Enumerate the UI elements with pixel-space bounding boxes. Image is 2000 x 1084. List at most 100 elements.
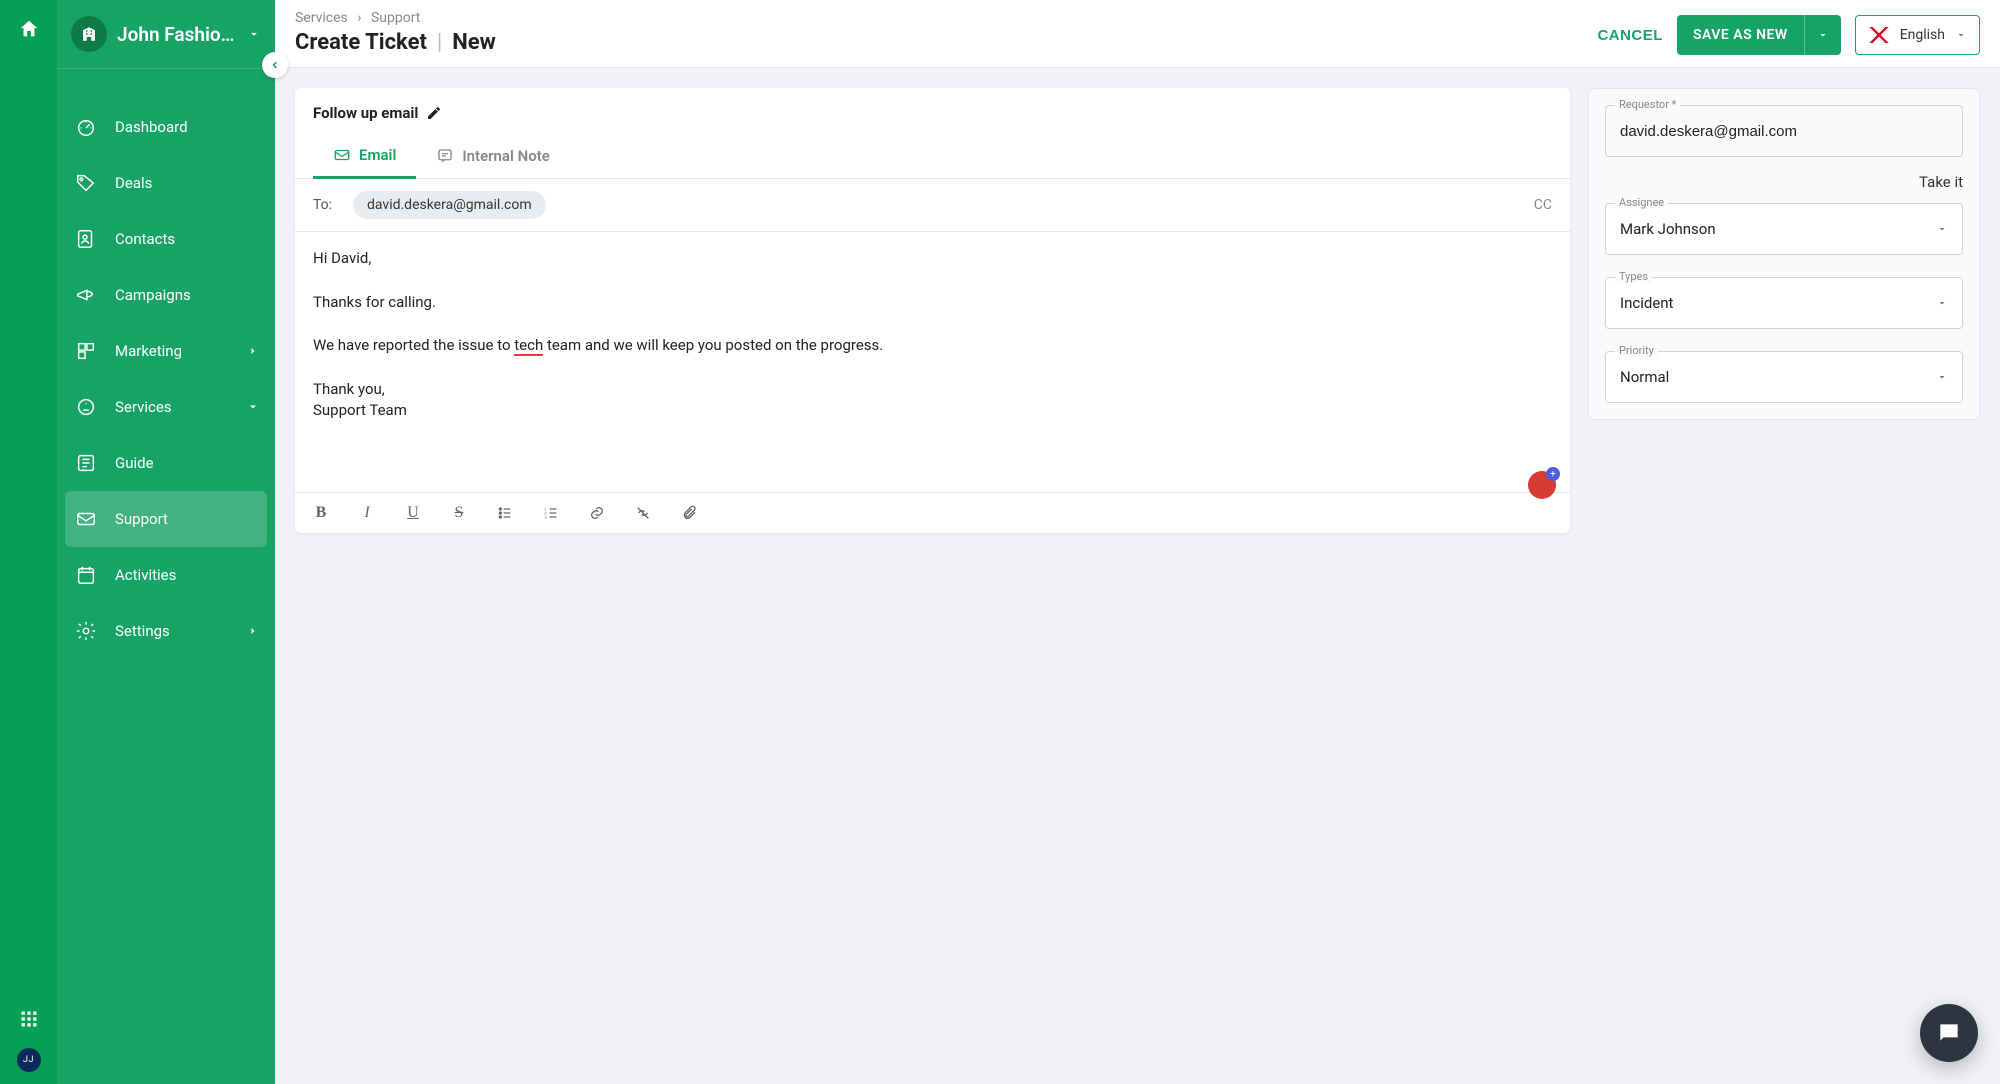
save-as-new-button[interactable]: SAVE AS NEW	[1677, 15, 1841, 55]
sidebar-item-deals[interactable]: Deals	[57, 155, 275, 211]
underline-button[interactable]: U	[401, 501, 425, 525]
book-icon	[75, 452, 97, 474]
field-label: Requestor *	[1615, 98, 1680, 111]
sidebar-item-marketing[interactable]: Marketing	[57, 323, 275, 379]
attachment-button[interactable]	[677, 501, 701, 525]
ticket-details-panel: Requestor * Take it Assignee Mark Johnso…	[1588, 88, 1980, 420]
sidebar-item-dashboard[interactable]: Dashboard	[57, 99, 275, 155]
types-select[interactable]: Incident	[1605, 277, 1963, 329]
sidebar-item-label: Contacts	[115, 230, 175, 248]
sidebar-item-campaigns[interactable]: Campaigns	[57, 267, 275, 323]
editor-toolbar: B I U S 123 +	[295, 492, 1570, 533]
sidebar-item-label: Activities	[115, 566, 176, 584]
chat-widget[interactable]	[1920, 1004, 1978, 1062]
sidebar-item-label: Marketing	[115, 342, 182, 360]
to-row: To: david.deskera@gmail.com CC	[295, 179, 1570, 232]
sidebar: John Fashio… Dashboard Deals Contacts	[57, 0, 275, 1084]
sidebar-item-label: Campaigns	[115, 286, 191, 304]
bold-button[interactable]: B	[309, 501, 333, 525]
app-rail: JJ	[0, 0, 57, 1084]
language-selector[interactable]: English	[1855, 15, 1980, 55]
org-name: John Fashio…	[117, 23, 237, 46]
cancel-button[interactable]: CANCEL	[1597, 27, 1663, 44]
support-icon	[75, 508, 97, 530]
field-label: Types	[1615, 270, 1652, 283]
page-title: Create Ticket | New	[295, 30, 496, 55]
home-icon[interactable]	[10, 10, 48, 48]
save-button-label: SAVE AS NEW	[1677, 27, 1804, 43]
breadcrumb-separator: ›	[357, 10, 361, 26]
chevron-down-icon	[247, 401, 259, 413]
take-it-link[interactable]: Take it	[1919, 173, 1963, 191]
sidebar-item-guide[interactable]: Guide	[57, 435, 275, 491]
to-label: To:	[313, 197, 353, 213]
save-dropdown-toggle[interactable]	[1804, 15, 1841, 55]
apps-grid-icon[interactable]	[19, 1009, 39, 1029]
language-label: English	[1900, 27, 1945, 43]
sidebar-item-activities[interactable]: Activities	[57, 547, 275, 603]
requestor-input[interactable]	[1605, 105, 1963, 157]
breadcrumb-item[interactable]: Services	[295, 10, 348, 26]
edit-icon[interactable]	[426, 105, 442, 121]
tag-icon	[75, 172, 97, 194]
tab-internal-note[interactable]: Internal Note	[416, 136, 569, 178]
chevron-right-icon	[247, 345, 259, 357]
email-body-editor[interactable]: Hi David, Thanks for calling. We have re…	[295, 232, 1570, 492]
building-icon	[71, 16, 107, 52]
bullet-list-button[interactable]	[493, 501, 517, 525]
gear-icon	[75, 620, 97, 642]
field-label: Priority	[1615, 344, 1658, 357]
breadcrumb: Services › Support	[295, 10, 496, 26]
tab-label: Email	[359, 146, 396, 164]
link-button[interactable]	[585, 501, 609, 525]
priority-select[interactable]: Normal	[1605, 351, 1963, 403]
breadcrumb-item[interactable]: Support	[371, 10, 420, 26]
sidebar-item-label: Services	[115, 398, 172, 416]
chevron-down-icon	[247, 27, 261, 41]
cc-button[interactable]: CC	[1534, 197, 1552, 213]
sidebar-item-settings[interactable]: Settings	[57, 603, 275, 659]
sidebar-item-contacts[interactable]: Contacts	[57, 211, 275, 267]
contacts-icon	[75, 228, 97, 250]
strikethrough-button[interactable]: S	[447, 501, 471, 525]
requestor-field: Requestor *	[1605, 105, 1963, 157]
sidebar-item-label: Support	[115, 510, 168, 528]
tab-email[interactable]: Email	[313, 136, 416, 179]
tab-label: Internal Note	[462, 147, 549, 165]
dashboard-icon	[75, 116, 97, 138]
compose-card: Follow up email Email Internal Note	[295, 88, 1570, 533]
services-icon	[75, 396, 97, 418]
megaphone-icon	[75, 284, 97, 306]
user-avatar[interactable]: JJ	[17, 1048, 41, 1072]
chevron-right-icon	[247, 625, 259, 637]
priority-field: Priority Normal	[1605, 351, 1963, 403]
main-area: Services › Support Create Ticket | New C…	[275, 0, 2000, 1084]
uk-flag-icon	[1868, 27, 1890, 43]
collapse-sidebar-button[interactable]	[262, 52, 288, 78]
svg-text:3: 3	[544, 514, 547, 519]
chevron-down-icon	[1955, 29, 1967, 41]
sidebar-item-label: Guide	[115, 454, 154, 472]
assignee-select[interactable]: Mark Johnson	[1605, 203, 1963, 255]
org-switcher[interactable]: John Fashio…	[57, 0, 275, 69]
sidebar-item-label: Dashboard	[115, 118, 188, 136]
numbered-list-button[interactable]: 123	[539, 501, 563, 525]
field-label: Assignee	[1615, 196, 1668, 209]
sidebar-item-label: Settings	[115, 622, 170, 640]
sidebar-item-services[interactable]: Services	[57, 379, 275, 435]
types-field: Types Incident	[1605, 277, 1963, 329]
topbar: Services › Support Create Ticket | New C…	[275, 0, 2000, 68]
content: Follow up email Email Internal Note	[275, 68, 2000, 1084]
sidebar-item-support[interactable]: Support	[65, 491, 267, 547]
sidebar-item-label: Deals	[115, 174, 152, 192]
recipient-chip[interactable]: david.deskera@gmail.com	[353, 191, 546, 219]
sidebar-nav: Dashboard Deals Contacts Campaigns Marke…	[57, 69, 275, 659]
ticket-subject: Follow up email	[313, 104, 418, 122]
notification-badge[interactable]: +	[1528, 471, 1556, 499]
italic-button[interactable]: I	[355, 501, 379, 525]
calendar-icon	[75, 564, 97, 586]
spellcheck-underline: tech	[514, 336, 543, 356]
unlink-button[interactable]	[631, 501, 655, 525]
marketing-icon	[75, 340, 97, 362]
assignee-field: Assignee Mark Johnson	[1605, 203, 1963, 255]
